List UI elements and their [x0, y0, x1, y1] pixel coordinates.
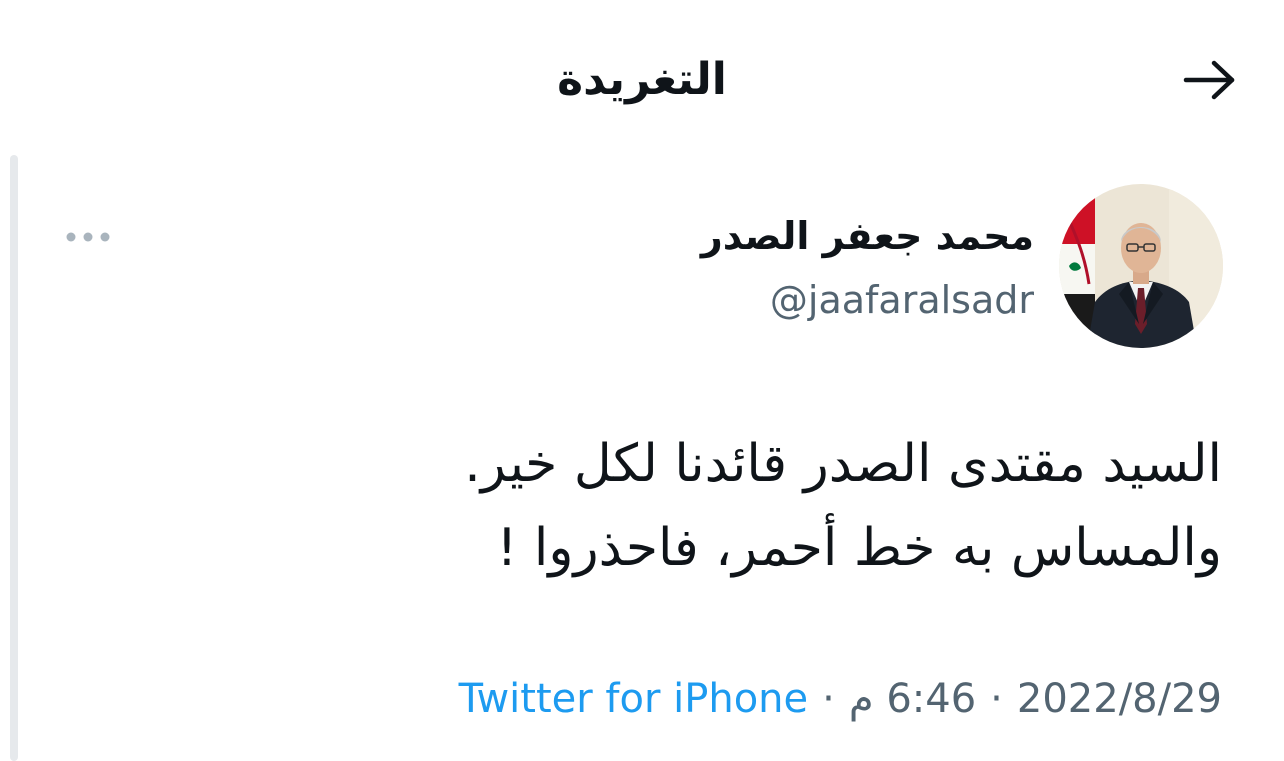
separator: ·: [990, 676, 1003, 722]
tweet-date[interactable]: 2022/8/29: [1017, 670, 1222, 728]
source-link[interactable]: Twitter for iPhone: [459, 670, 809, 728]
author-name[interactable]: محمد جعفر الصدر: [701, 210, 1034, 262]
page-title: التغريدة: [557, 54, 727, 105]
tweet-time[interactable]: 6:46 م: [849, 670, 976, 728]
tweet-line: والمساس به خط أحمر، فاحذروا !: [496, 518, 1222, 578]
avatar[interactable]: [1059, 184, 1223, 348]
more-options-button[interactable]: [58, 220, 118, 254]
separator: ·: [822, 676, 835, 722]
tweet-text: السيد مقتدى الصدر قائدنا لكل خير. والمسا…: [342, 422, 1222, 590]
profile-photo: [1059, 184, 1223, 348]
more-dots-icon: [66, 232, 110, 242]
author-handle[interactable]: @jaafaralsadr: [770, 274, 1034, 326]
arrow-right-icon: [1183, 60, 1235, 100]
scroll-rail[interactable]: [10, 155, 18, 761]
tweet-meta: Twitter for iPhone · 6:46 م · 2022/8/29: [459, 670, 1222, 728]
back-button[interactable]: [1180, 52, 1240, 108]
tweet-detail-page: التغريدة محمد جعفر الصدر @jaafaralsadr ا…: [0, 0, 1284, 761]
tweet-line: السيد مقتدى الصدر قائدنا لكل خير.: [464, 434, 1222, 494]
